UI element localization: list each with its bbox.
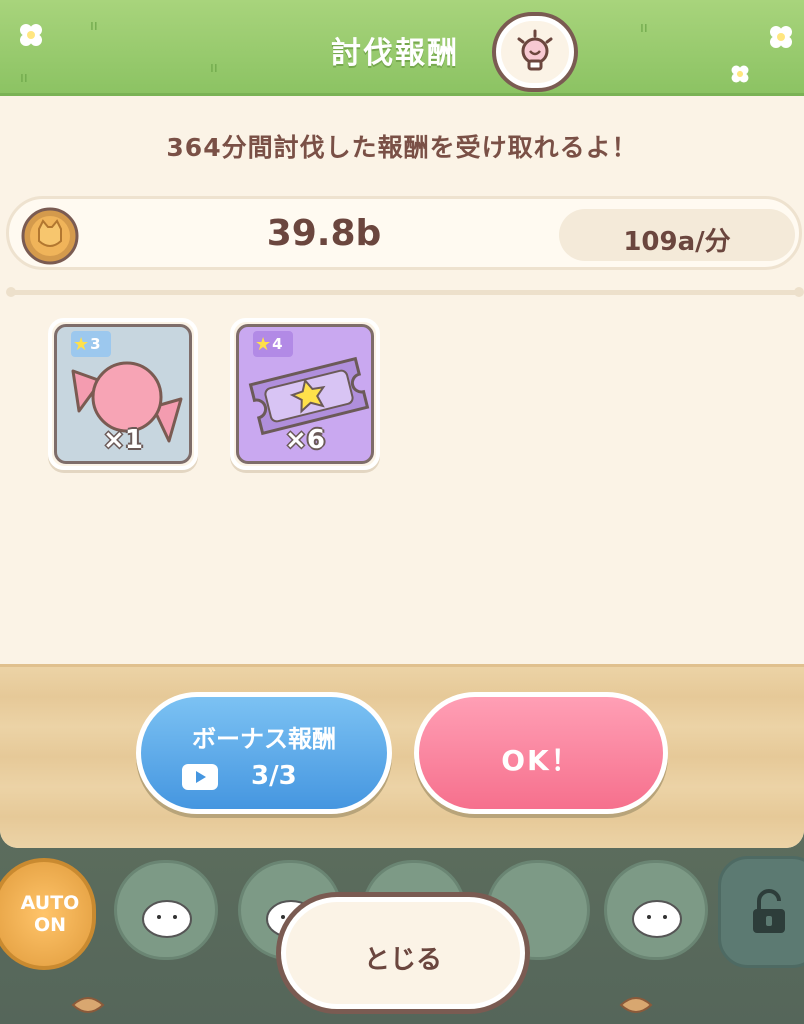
grass-decoration: ıı	[90, 18, 98, 34]
bonus-button-label: ボーナス報酬	[192, 725, 336, 753]
locked-slot[interactable]	[718, 856, 804, 968]
star-icon: ★	[255, 333, 272, 355]
wood-footer	[0, 664, 804, 848]
auto-label: AUTO ON	[20, 892, 80, 936]
star-rarity-badge: ★ 3	[71, 331, 111, 357]
flower-icon	[770, 26, 792, 48]
item-quantity: ×1	[103, 425, 143, 455]
cat-coin-icon	[21, 207, 79, 265]
coin-amount: 39.8b	[266, 213, 382, 254]
reward-dialog: ıı ıı ıı ıı 討伐報酬 364分間討伐した報酬を受け取れるよ！ 39.…	[0, 0, 804, 848]
close-button[interactable]: とじる	[276, 892, 530, 1014]
grass-decoration: ıı	[20, 70, 28, 86]
grass-decoration: ıı	[640, 20, 648, 36]
dialog-title: 討伐報酬	[331, 36, 459, 71]
coin-rate-badge: 109a/分	[559, 209, 795, 261]
video-play-icon	[182, 764, 218, 790]
hamster-character-icon	[632, 900, 682, 938]
star-rarity-badge: ★ 4	[253, 331, 293, 357]
close-button-label: とじる	[363, 945, 442, 975]
flower-icon	[731, 65, 749, 83]
item-background: ★ 4 ×6	[236, 324, 374, 464]
auto-toggle-button[interactable]: AUTO ON	[0, 858, 96, 970]
coin-rate-text: 109a/分	[623, 227, 731, 257]
character-slot[interactable]	[114, 860, 218, 960]
item-background: ★ 3 ×1	[54, 324, 192, 464]
character-slot[interactable]	[604, 860, 708, 960]
ok-button[interactable]: OK！	[414, 692, 668, 814]
hint-button[interactable]	[492, 12, 578, 92]
divider	[6, 287, 804, 297]
grass-decoration: ıı	[210, 60, 218, 76]
lightbulb-icon	[517, 29, 553, 71]
item-quantity: ×6	[285, 425, 325, 455]
ok-button-label: OK！	[501, 744, 581, 777]
bonus-count: 3/3	[251, 761, 297, 791]
rope-decoration	[71, 997, 105, 1013]
dialog-header: ıı ıı ıı ıı 討伐報酬	[0, 0, 804, 96]
flower-icon	[20, 24, 42, 46]
cat-character-icon	[142, 900, 192, 938]
lock-icon	[753, 889, 785, 933]
bonus-reward-button[interactable]: ボーナス報酬 3/3	[136, 692, 392, 814]
coin-reward-row: 39.8b 109a/分	[6, 196, 802, 270]
reward-item-ticket[interactable]: ★ 4 ×6	[230, 318, 380, 470]
reward-item-candy[interactable]: ★ 3 ×1	[48, 318, 198, 470]
star-icon: ★	[73, 333, 90, 355]
reward-message: 364分間討伐した報酬を受け取れるよ！	[166, 133, 638, 162]
rope-decoration	[619, 997, 653, 1013]
